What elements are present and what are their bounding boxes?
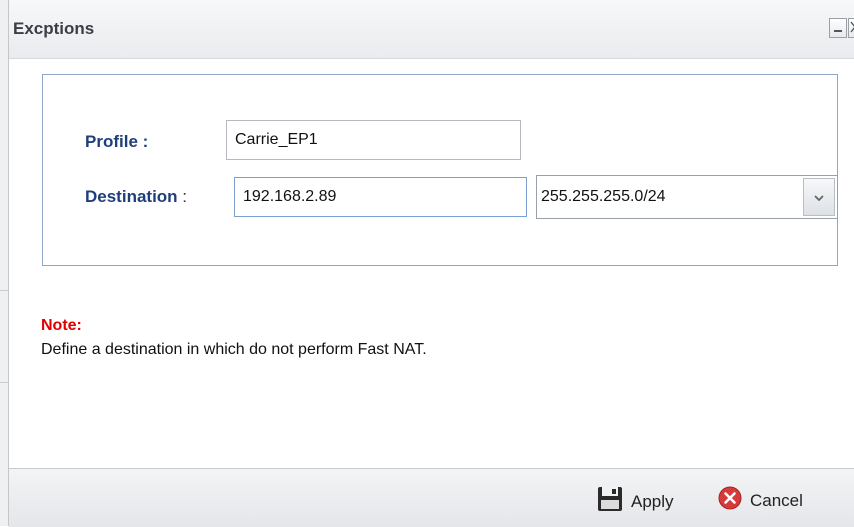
apply-button[interactable]: Apply xyxy=(597,486,674,517)
dialog-titlebar[interactable]: Excptions xyxy=(9,0,854,59)
note-title: Note: xyxy=(41,317,82,334)
chevron-down-icon xyxy=(813,189,825,206)
close-button[interactable] xyxy=(848,18,854,38)
minimize-button[interactable] xyxy=(829,18,847,38)
destination-mask-select[interactable]: 255.255.255.0/24 xyxy=(536,175,838,219)
destination-label-text: Destination xyxy=(85,187,178,206)
close-icon xyxy=(850,21,854,35)
dialog-footer: Apply Cancel xyxy=(9,468,854,527)
destination-mask-value: 255.255.255.0/24 xyxy=(541,188,666,205)
destination-label: Destination : xyxy=(85,187,187,207)
background-divider xyxy=(0,382,8,383)
dialog-title: Excptions xyxy=(13,19,95,38)
cancel-label: Cancel xyxy=(750,490,803,510)
dropdown-button[interactable] xyxy=(803,178,835,216)
apply-label: Apply xyxy=(631,491,674,511)
profile-label: Profile : xyxy=(85,132,149,151)
note-text: Define a destination in which do not per… xyxy=(41,341,427,358)
save-icon xyxy=(597,486,631,517)
minimize-icon xyxy=(833,21,843,35)
destination-ip-input[interactable] xyxy=(234,177,527,217)
exception-form-panel xyxy=(42,74,838,266)
cancel-icon xyxy=(718,486,750,515)
background-divider xyxy=(0,290,8,291)
profile-input[interactable] xyxy=(226,120,521,160)
exceptions-dialog: Excptions Profile : Destination : 255.25… xyxy=(8,0,854,527)
cancel-button[interactable]: Cancel xyxy=(718,486,803,515)
destination-label-colon: : xyxy=(182,187,188,206)
